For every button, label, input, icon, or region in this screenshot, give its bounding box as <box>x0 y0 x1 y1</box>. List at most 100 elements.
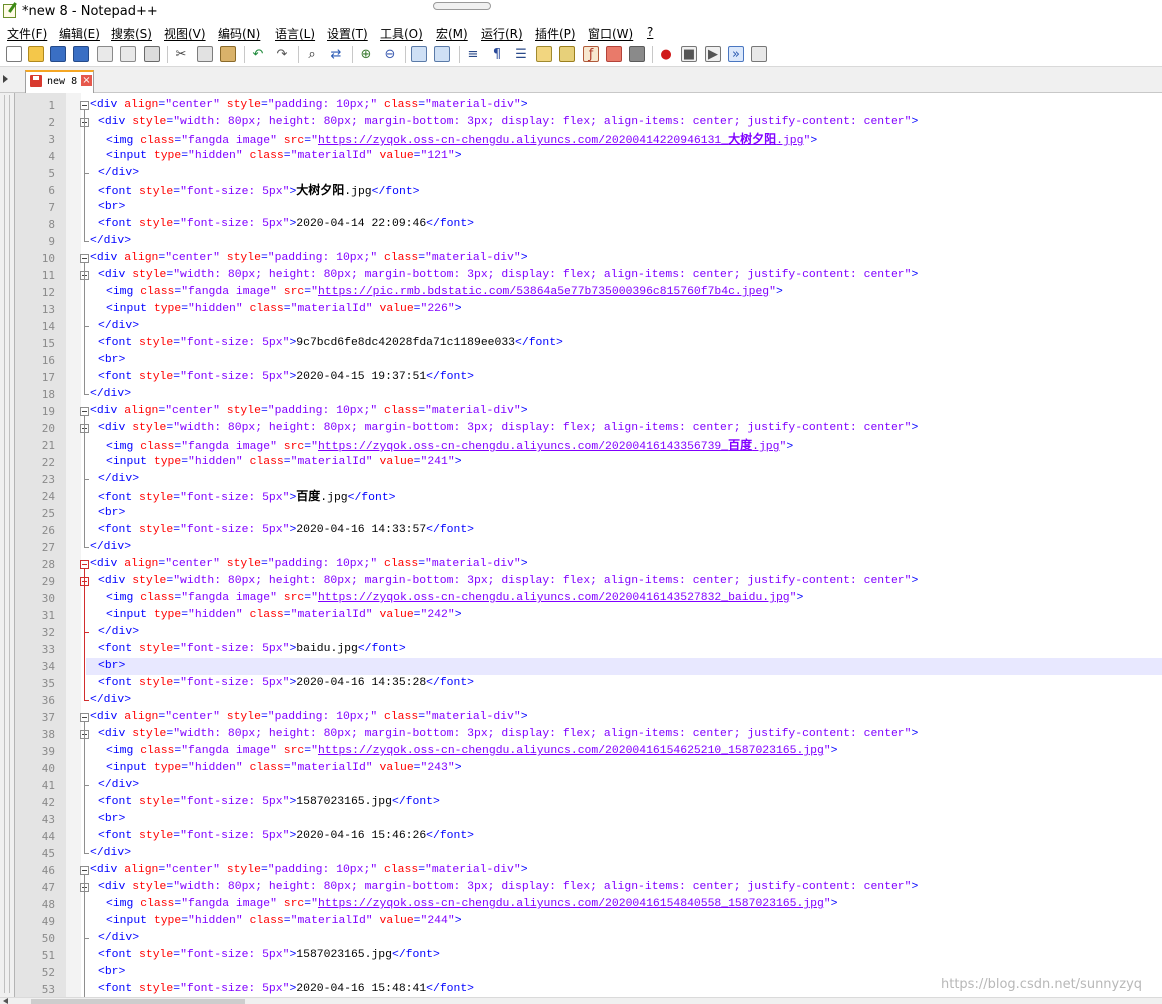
tab-new-8[interactable]: new 8 × <box>25 70 94 93</box>
fold-toggle-icon[interactable] <box>80 407 89 416</box>
code-line[interactable]: <img class="fangda image" src="https://z… <box>106 437 793 454</box>
close-all-icon[interactable] <box>120 46 136 62</box>
paste-icon[interactable] <box>220 46 236 62</box>
menu-item-2[interactable]: 搜索(S) <box>111 25 152 42</box>
code-line[interactable]: <font style="font-size: 5px">2020-04-16 … <box>98 828 474 845</box>
print-icon[interactable] <box>144 46 160 62</box>
copy-icon[interactable] <box>197 46 213 62</box>
code-line[interactable]: </div> <box>98 471 139 488</box>
menu-item-11[interactable]: 窗口(W) <box>588 25 633 42</box>
code-line[interactable]: </div> <box>98 318 139 335</box>
play-multi-macro-icon[interactable]: » <box>728 46 744 62</box>
sync-vertical-icon[interactable] <box>411 46 427 62</box>
code-line[interactable]: <img class="fangda image" src="https://z… <box>106 896 837 913</box>
play-macro-icon[interactable]: ▶ <box>705 46 721 62</box>
code-line[interactable]: <br> <box>98 352 125 369</box>
code-line[interactable]: <br> <box>98 505 125 522</box>
fold-toggle-icon[interactable] <box>80 101 89 110</box>
code-line[interactable]: <font style="font-size: 5px">9c7bcd6fe8d… <box>98 335 563 352</box>
redo-icon[interactable]: ↷ <box>274 46 290 62</box>
show-all-chars-icon[interactable]: ¶ <box>489 46 505 62</box>
save-macro-icon[interactable] <box>751 46 767 62</box>
code-line[interactable]: </div> <box>98 165 139 182</box>
code-line[interactable]: <font style="font-size: 5px">大树夕阳.jpg</f… <box>98 182 420 199</box>
code-line[interactable]: <font style="font-size: 5px">1587023165.… <box>98 794 440 811</box>
indent-guide-icon[interactable]: ☰ <box>513 46 529 62</box>
scroll-left-icon[interactable] <box>3 998 8 1004</box>
menu-item-3[interactable]: 视图(V) <box>164 25 206 42</box>
code-line[interactable]: <br> <box>98 199 125 216</box>
code-line[interactable]: <font style="font-size: 5px">百度.jpg</fon… <box>98 488 396 505</box>
menu-item-12[interactable]: ? <box>647 25 653 39</box>
tab-scroll-right-icon[interactable] <box>3 75 8 83</box>
zoom-out-icon[interactable]: ⊖ <box>382 46 398 62</box>
code-line[interactable]: <div style="width: 80px; height: 80px; m… <box>98 726 918 743</box>
menu-item-0[interactable]: 文件(F) <box>7 25 47 42</box>
code-line[interactable]: </div> <box>90 845 131 862</box>
code-line[interactable]: <img class="fangda image" src="https://z… <box>106 131 817 148</box>
monitor-icon[interactable] <box>629 46 645 62</box>
folder-workspace-icon[interactable] <box>606 46 622 62</box>
open-file-icon[interactable] <box>28 46 44 62</box>
menu-item-7[interactable]: 工具(O) <box>380 25 423 42</box>
find-icon[interactable]: ⌕ <box>304 46 320 62</box>
stop-macro-icon[interactable]: ■ <box>681 46 697 62</box>
code-line[interactable]: <div align="center" style="padding: 10px… <box>90 97 528 114</box>
code-line[interactable]: <font style="font-size: 5px">2020-04-16 … <box>98 522 474 539</box>
code-line[interactable]: <br> <box>98 964 125 981</box>
menu-item-1[interactable]: 编辑(E) <box>59 25 100 42</box>
code-line[interactable]: <input type="hidden" class="materialId" … <box>106 607 462 624</box>
fold-toggle-icon[interactable] <box>80 560 89 569</box>
code-line[interactable]: </div> <box>90 233 131 250</box>
code-line[interactable]: <div style="width: 80px; height: 80px; m… <box>98 267 918 284</box>
menu-item-5[interactable]: 语言(L) <box>275 25 315 42</box>
function-list-icon[interactable]: ƒ <box>583 46 599 62</box>
code-line[interactable]: <br> <box>98 658 125 675</box>
sync-horizontal-icon[interactable] <box>434 46 450 62</box>
fold-toggle-icon[interactable] <box>80 254 89 263</box>
code-line[interactable]: <font style="font-size: 5px">2020-04-16 … <box>98 981 474 998</box>
close-icon[interactable] <box>97 46 113 62</box>
code-line[interactable]: <input type="hidden" class="materialId" … <box>106 913 462 930</box>
code-line[interactable]: <font style="font-size: 5px">2020-04-16 … <box>98 675 474 692</box>
code-line[interactable]: <div align="center" style="padding: 10px… <box>90 556 528 573</box>
code-line[interactable]: <font style="font-size: 5px">baidu.jpg</… <box>98 641 406 658</box>
save-icon[interactable] <box>50 46 66 62</box>
menu-item-9[interactable]: 运行(R) <box>481 25 523 42</box>
tab-close-icon[interactable]: × <box>81 75 92 86</box>
code-line[interactable]: <img class="fangda image" src="https://p… <box>106 284 783 301</box>
horizontal-scrollbar[interactable] <box>0 997 1162 1004</box>
cut-icon[interactable]: ✂ <box>173 46 189 62</box>
fold-toggle-icon[interactable] <box>80 713 89 722</box>
code-line[interactable]: <img class="fangda image" src="https://z… <box>106 590 803 607</box>
code-line[interactable]: <input type="hidden" class="materialId" … <box>106 760 462 777</box>
code-line[interactable]: <input type="hidden" class="materialId" … <box>106 454 462 471</box>
code-line[interactable]: <font style="font-size: 5px">2020-04-15 … <box>98 369 474 386</box>
code-line[interactable]: <div style="width: 80px; height: 80px; m… <box>98 879 918 896</box>
menu-item-10[interactable]: 插件(P) <box>535 25 576 42</box>
menu-item-4[interactable]: 编码(N) <box>218 25 260 42</box>
menu-item-6[interactable]: 设置(T) <box>327 25 368 42</box>
code-line[interactable]: <input type="hidden" class="materialId" … <box>106 148 462 165</box>
code-line[interactable]: </div> <box>90 539 131 556</box>
save-all-icon[interactable] <box>73 46 89 62</box>
code-line[interactable]: <div align="center" style="padding: 10px… <box>90 403 528 420</box>
horizontal-scroll-thumb[interactable] <box>31 999 245 1004</box>
code-line[interactable]: <img class="fangda image" src="https://z… <box>106 743 837 760</box>
code-line[interactable]: <br> <box>98 811 125 828</box>
code-line[interactable]: <font style="font-size: 5px">2020-04-14 … <box>98 216 474 233</box>
code-line[interactable]: <div align="center" style="padding: 10px… <box>90 709 528 726</box>
fold-toggle-icon[interactable] <box>80 866 89 875</box>
code-line[interactable]: </div> <box>90 386 131 403</box>
code-line[interactable]: <div align="center" style="padding: 10px… <box>90 250 528 267</box>
code-line[interactable]: <div style="width: 80px; height: 80px; m… <box>98 573 918 590</box>
code-line[interactable]: </div> <box>98 777 139 794</box>
undo-icon[interactable]: ↶ <box>250 46 266 62</box>
code-line[interactable]: <font style="font-size: 5px">1587023165.… <box>98 947 440 964</box>
new-file-icon[interactable] <box>6 46 22 62</box>
code-line[interactable]: </div> <box>98 624 139 641</box>
title-bar-grip[interactable] <box>433 2 491 10</box>
menu-item-8[interactable]: 宏(M) <box>436 25 468 42</box>
doc-map-icon[interactable] <box>559 46 575 62</box>
replace-icon[interactable]: ⇄ <box>328 46 344 62</box>
